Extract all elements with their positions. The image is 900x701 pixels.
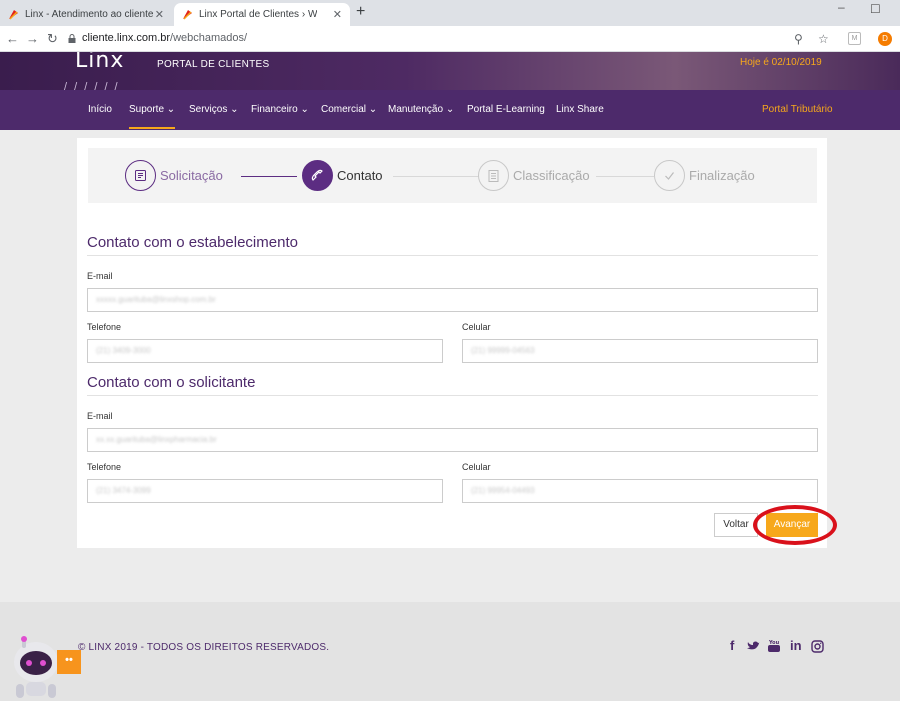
back-button[interactable]: Voltar xyxy=(714,513,758,537)
step-label: Finalização xyxy=(689,168,755,183)
close-tab-icon[interactable]: ✕ xyxy=(155,8,164,21)
zoom-icon[interactable]: ⚲ xyxy=(794,32,803,46)
step-contato[interactable]: Contato xyxy=(302,160,383,191)
nav-portal-elearning[interactable]: Portal E-Learning xyxy=(467,104,545,115)
field-value: (21) 3474-3099 xyxy=(96,486,151,495)
browser-tab[interactable]: Linx - Atendimento ao cliente ✕ xyxy=(0,3,172,26)
highlight-annotation xyxy=(753,505,837,545)
wizard-steps: Solicitação Contato Classificação Finali… xyxy=(88,148,817,203)
step-connector xyxy=(596,176,654,177)
browser-tab-active[interactable]: Linx Portal de Clientes › Webchamados ✕ xyxy=(174,3,350,26)
section-divider xyxy=(87,395,818,396)
nav-manutencao[interactable]: Manutenção ⌄ xyxy=(388,104,454,115)
bookmark-star-icon[interactable]: ☆ xyxy=(818,32,829,46)
tab-title: Linx - Atendimento ao cliente xyxy=(25,9,154,20)
site-footer: © LINX 2019 - TODOS OS DIREITOS RESERVAD… xyxy=(0,602,900,701)
step-connector xyxy=(393,176,479,177)
field-value: (21) 3409-3000 xyxy=(96,346,151,355)
requester-email-field[interactable]: xx.xx.guarituba@linxpharmacia.br xyxy=(87,428,818,452)
nav-portal-tributario[interactable]: Portal Tributário xyxy=(762,104,833,115)
url-host: cliente.linx.com.br xyxy=(82,32,171,44)
today-date: Hoje é 02/10/2019 xyxy=(740,57,822,68)
nav-financeiro[interactable]: Financeiro ⌄ xyxy=(251,104,309,115)
copyright-text: © LINX 2019 - TODOS OS DIREITOS RESERVAD… xyxy=(78,642,330,653)
tab-title: Linx Portal de Clientes › Webchamados xyxy=(199,9,317,20)
step-label: Classificação xyxy=(513,168,590,183)
establishment-email-field[interactable]: xxxxx.guarituba@linxshop.com.br xyxy=(87,288,818,312)
phone-label: Telefone xyxy=(87,462,122,472)
step-solicitacao[interactable]: Solicitação xyxy=(125,160,223,191)
lock-icon xyxy=(68,34,76,43)
url-field[interactable]: cliente.linx.com.br/webchamados/ xyxy=(82,32,247,44)
wizard-card: Solicitação Contato Classificação Finali… xyxy=(77,138,827,548)
main-nav: Início Suporte ⌄ Serviços ⌄ Financeiro ⌄… xyxy=(0,90,900,130)
document-icon xyxy=(125,160,156,191)
step-connector xyxy=(241,176,297,177)
section-title-establishment: Contato com o estabelecimento xyxy=(87,234,298,251)
linx-favicon-icon xyxy=(8,9,19,20)
field-value: (21) 99999-04563 xyxy=(471,346,535,355)
field-value: xxxxx.guarituba@linxshop.com.br xyxy=(96,295,216,304)
site-header: Linx PORTAL DE CLIENTES / / / / / / Hoje… xyxy=(0,52,900,90)
establishment-phone-field[interactable]: (21) 3409-3000 xyxy=(87,339,443,363)
profile-avatar[interactable]: D xyxy=(878,32,892,46)
mobile-label: Celular xyxy=(462,462,491,472)
phone-icon xyxy=(302,160,333,191)
reload-icon[interactable]: ↻ xyxy=(47,31,58,47)
phone-label: Telefone xyxy=(87,322,122,332)
instagram-icon[interactable] xyxy=(811,638,824,656)
close-tab-icon[interactable]: ✕ xyxy=(333,8,342,21)
facebook-icon[interactable]: f xyxy=(730,638,734,653)
establishment-mobile-field[interactable]: (21) 99999-04563 xyxy=(462,339,818,363)
chat-button[interactable]: •• xyxy=(57,650,81,674)
forward-arrow-icon[interactable]: → xyxy=(26,31,39,46)
minimize-icon[interactable]: – xyxy=(838,0,845,14)
extension-icon[interactable]: M xyxy=(848,32,861,45)
nav-suporte[interactable]: Suporte ⌄ xyxy=(129,104,176,129)
linx-favicon-icon xyxy=(182,9,193,20)
mobile-label: Celular xyxy=(462,322,491,332)
back-arrow-icon[interactable]: ← xyxy=(6,31,19,46)
linkedin-icon[interactable]: in xyxy=(790,638,802,653)
nav-comercial[interactable]: Comercial ⌄ xyxy=(321,104,377,115)
requester-phone-field[interactable]: (21) 3474-3099 xyxy=(87,479,443,503)
section-divider xyxy=(87,255,818,256)
list-icon xyxy=(478,160,509,191)
address-bar: ← → ↻ cliente.linx.com.br/webchamados/ ⚲… xyxy=(0,26,900,52)
email-label: E-mail xyxy=(87,411,113,421)
twitter-icon[interactable] xyxy=(747,638,761,655)
section-title-requester: Contato com o solicitante xyxy=(87,374,256,391)
field-value: (21) 99954-04493 xyxy=(471,486,535,495)
url-path: /webchamados/ xyxy=(170,32,248,44)
linx-logo[interactable]: Linx xyxy=(75,52,124,73)
requester-mobile-field[interactable]: (21) 99954-04493 xyxy=(462,479,818,503)
nav-servicos[interactable]: Serviços ⌄ xyxy=(189,104,239,115)
step-label: Solicitação xyxy=(160,168,223,183)
maximize-icon[interactable]: ☐ xyxy=(870,2,881,16)
step-label: Contato xyxy=(337,168,383,183)
email-label: E-mail xyxy=(87,271,113,281)
portal-title: PORTAL DE CLIENTES xyxy=(157,59,270,70)
step-classificacao[interactable]: Classificação xyxy=(478,160,590,191)
browser-tab-bar: Linx - Atendimento ao cliente ✕ Linx Por… xyxy=(0,0,900,26)
nav-linx-share[interactable]: Linx Share xyxy=(556,104,604,115)
header-decoration: / / / / / / xyxy=(64,81,120,90)
check-icon xyxy=(654,160,685,191)
nav-inicio[interactable]: Início xyxy=(88,104,112,115)
field-value: xx.xx.guarituba@linxpharmacia.br xyxy=(96,435,217,444)
step-finalizacao[interactable]: Finalização xyxy=(654,160,755,191)
youtube-icon[interactable]: You xyxy=(768,638,780,656)
new-tab-icon[interactable]: + xyxy=(356,3,365,21)
